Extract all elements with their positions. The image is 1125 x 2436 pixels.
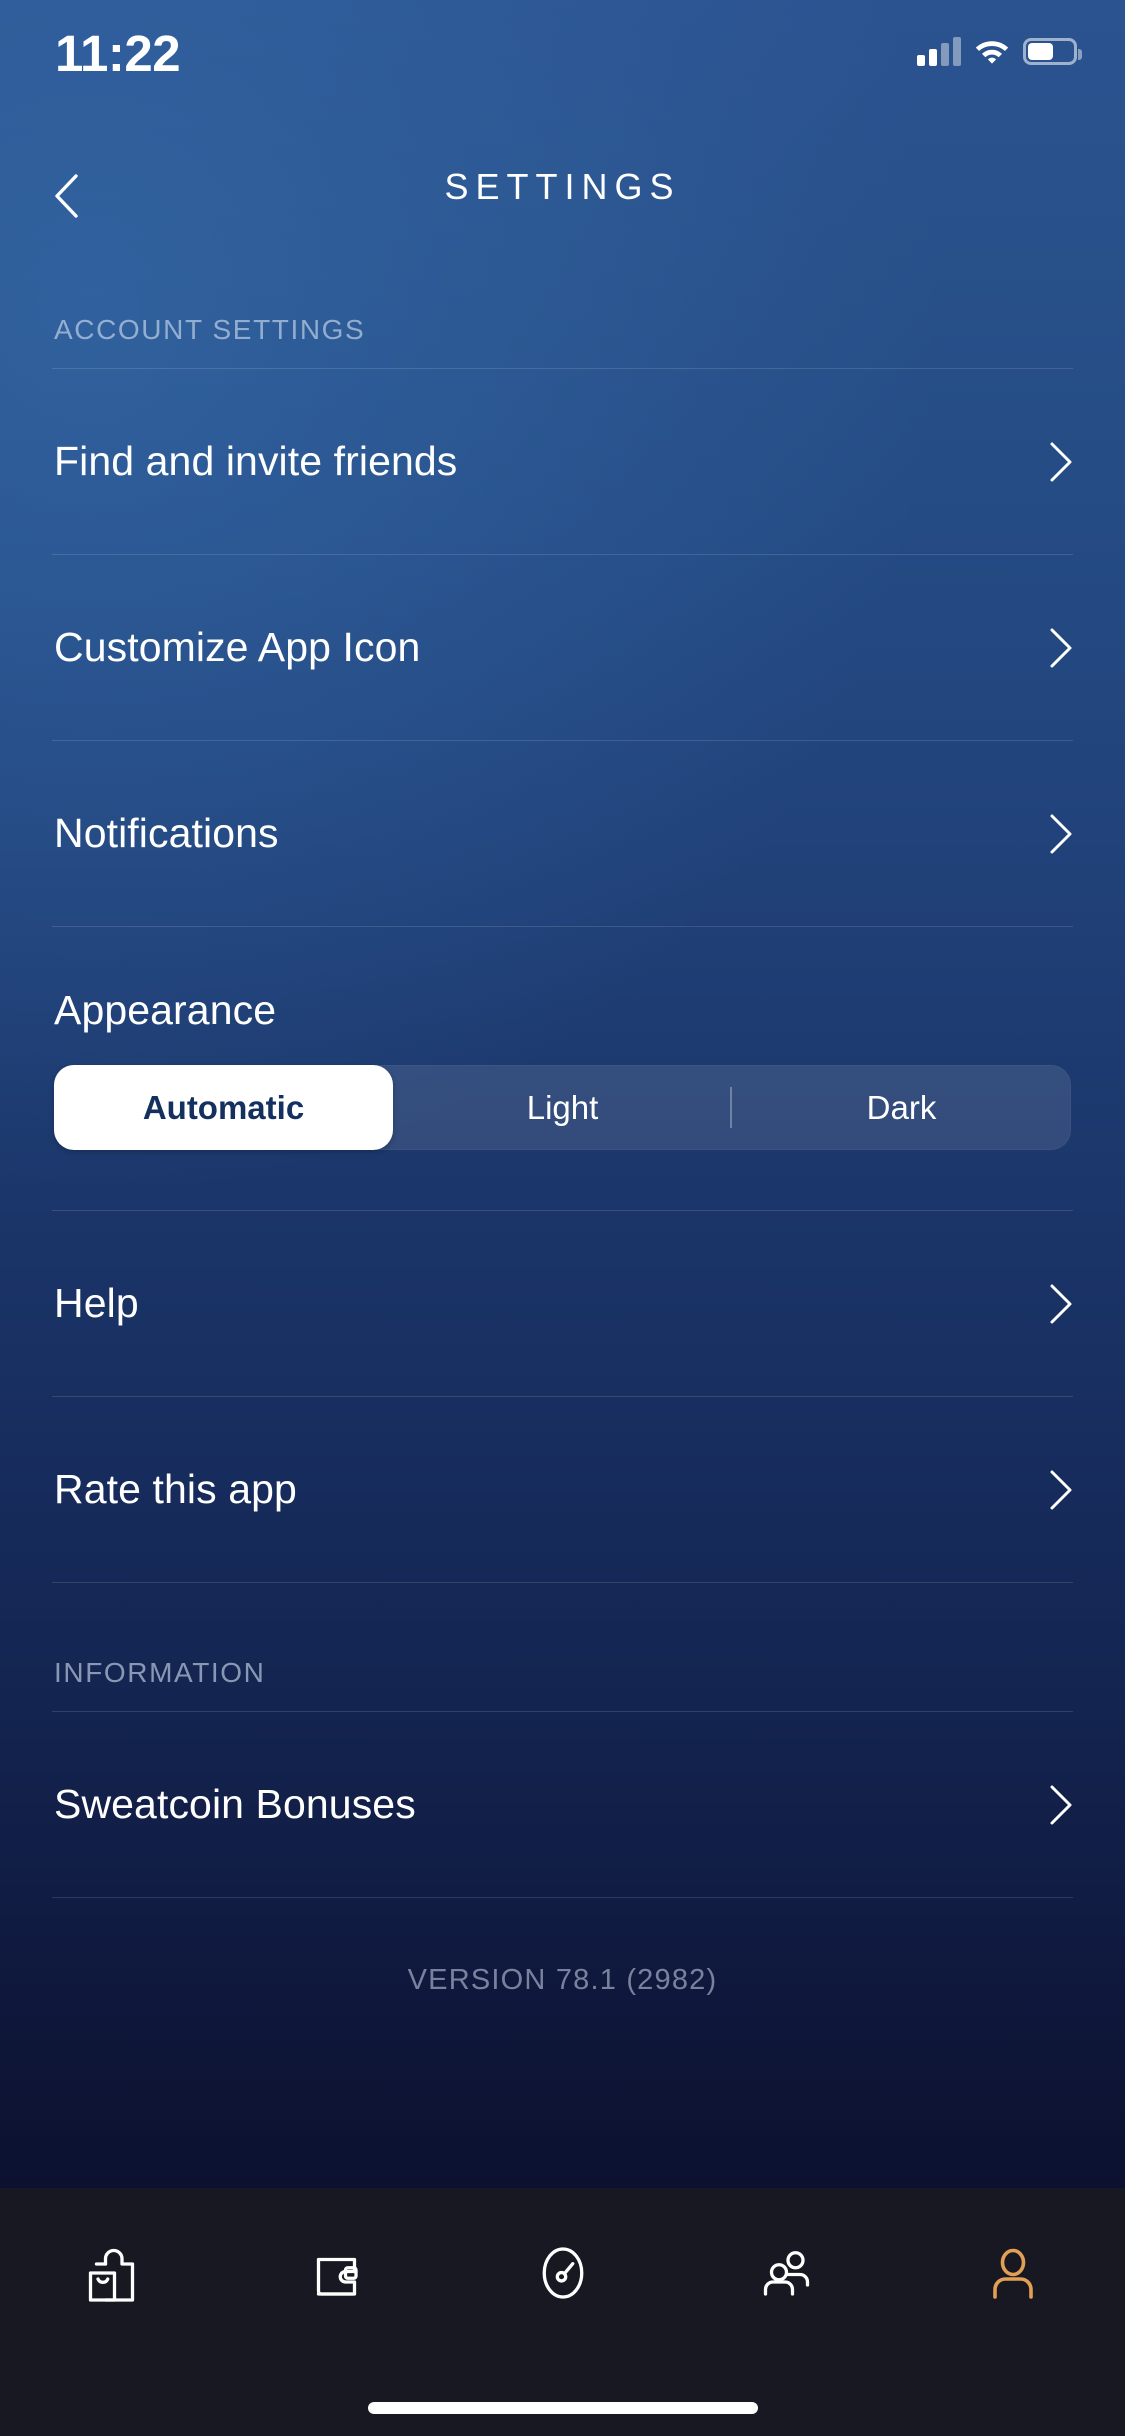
appearance-label: Appearance	[54, 987, 277, 1033]
chevron-right-icon	[1050, 814, 1072, 853]
chevron-right-icon	[1050, 1284, 1072, 1323]
settings-list: ACCOUNT SETTINGS Find and invite friends…	[0, 240, 1125, 2188]
cellular-signal-icon	[917, 36, 961, 66]
segment-automatic[interactable]: Automatic	[54, 1065, 393, 1150]
tab-wallet[interactable]	[225, 2188, 450, 2358]
segment-label: Light	[526, 1088, 599, 1126]
wifi-icon	[975, 40, 1009, 64]
appearance-setting: Appearance Automatic Light Dark	[0, 927, 1125, 1210]
shopping-bag-icon	[88, 2248, 134, 2302]
chevron-right-icon	[1050, 1470, 1072, 1509]
list-item-label: Notifications	[54, 810, 279, 856]
person-icon	[992, 2248, 1033, 2299]
list-item-label: Rate this app	[54, 1466, 297, 1512]
speedometer-icon	[542, 2247, 583, 2299]
list-item-notifications[interactable]: Notifications	[0, 741, 1125, 926]
settings-screen: 11:22 SETTINGS ACCOUNT SETTINGS Find and…	[0, 0, 1125, 2436]
list-item-label: Find and invite friends	[54, 438, 458, 484]
appearance-segmented-control[interactable]: Automatic Light Dark	[54, 1065, 1071, 1150]
chevron-right-icon	[1050, 628, 1072, 667]
people-icon	[763, 2251, 809, 2296]
list-item-rate-this-app[interactable]: Rate this app	[0, 1397, 1125, 1582]
segment-label: Dark	[866, 1088, 937, 1126]
section-header-account-settings: ACCOUNT SETTINGS	[54, 314, 366, 345]
wallet-icon	[316, 2257, 358, 2296]
divider	[52, 1897, 1073, 1898]
segment-dark[interactable]: Dark	[732, 1065, 1071, 1150]
segment-label: Automatic	[142, 1088, 305, 1126]
tab-activity[interactable]	[450, 2188, 675, 2358]
section-header-information: INFORMATION	[54, 1657, 266, 1688]
list-item-label: Help	[54, 1280, 139, 1326]
list-item-label: Sweatcoin Bonuses	[54, 1781, 416, 1827]
app-version-label: VERSION 78.1 (2982)	[407, 1964, 718, 1996]
tab-shop[interactable]	[0, 2188, 225, 2358]
list-item-label: Customize App Icon	[54, 624, 421, 670]
battery-icon	[1023, 37, 1082, 65]
tab-profile[interactable]	[900, 2188, 1125, 2358]
page-title: SETTINGS	[444, 166, 681, 207]
navigation-bar: SETTINGS	[0, 150, 1125, 240]
chevron-right-icon	[1050, 1785, 1072, 1824]
list-item-sweatcoin-bonuses[interactable]: Sweatcoin Bonuses	[0, 1712, 1125, 1897]
segment-light[interactable]: Light	[393, 1065, 732, 1150]
list-item-customize-app-icon[interactable]: Customize App Icon	[0, 555, 1125, 740]
list-item-help[interactable]: Help	[0, 1211, 1125, 1396]
tab-bar	[0, 2188, 1125, 2436]
chevron-right-icon	[1050, 442, 1072, 481]
list-item-find-and-invite-friends[interactable]: Find and invite friends	[0, 369, 1125, 554]
tab-friends[interactable]	[675, 2188, 900, 2358]
home-indicator	[367, 2402, 758, 2414]
status-bar: 11:22	[0, 0, 1125, 132]
status-bar-indicators	[917, 36, 1082, 66]
status-bar-time: 11:22	[55, 25, 181, 82]
